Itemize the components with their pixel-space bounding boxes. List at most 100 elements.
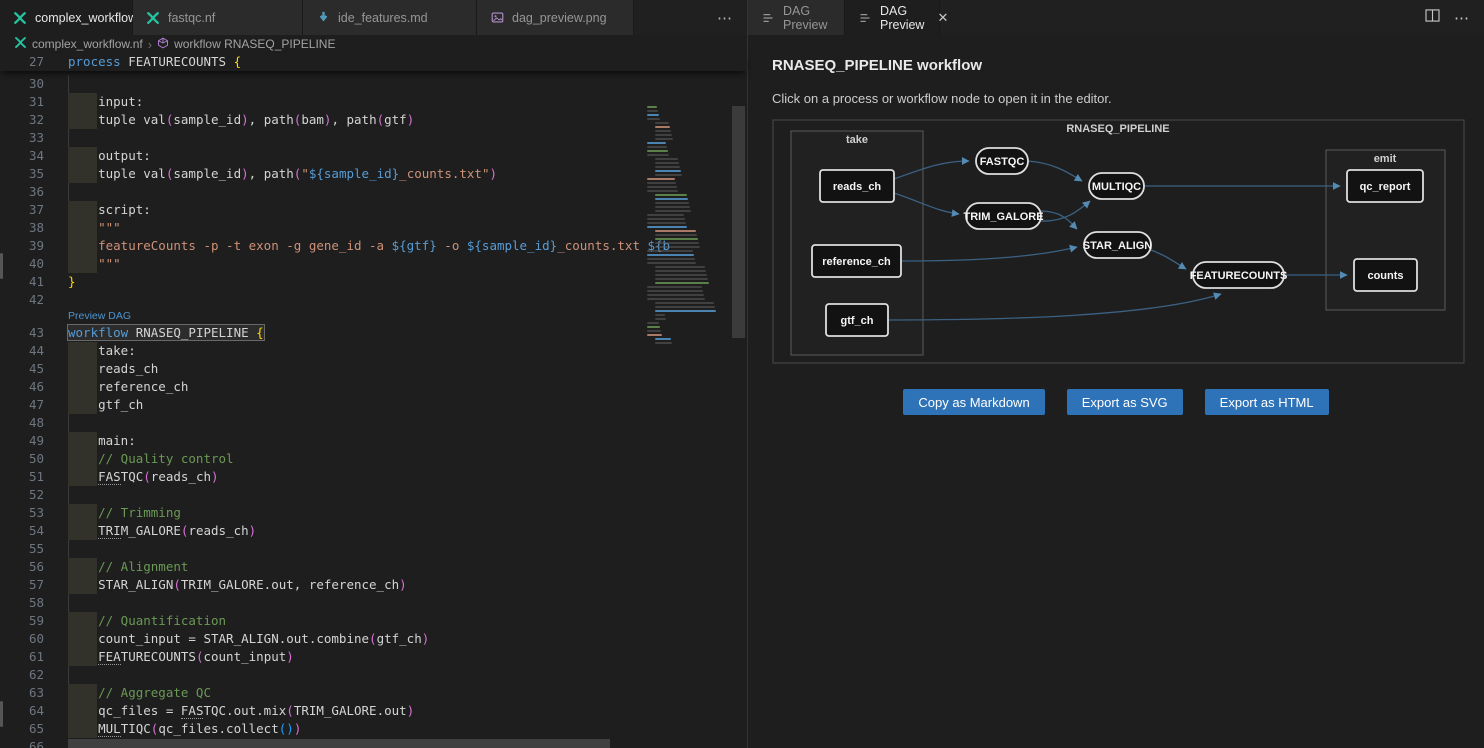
dag-node-featurecounts[interactable]: FEATURECOUNTS — [1190, 262, 1288, 288]
dag-node-reads_ch[interactable]: reads_ch — [820, 170, 894, 202]
line-number: 43 — [0, 324, 62, 342]
code-line-58[interactable]: 58 — [0, 594, 747, 612]
code-line-64[interactable]: 64 qc_files = FASTQC.out.mix(TRIM_GALORE… — [0, 702, 747, 720]
line-number: 31 — [0, 93, 62, 111]
line-number: 60 — [0, 630, 62, 648]
code-line-60[interactable]: 60 count_input = STAR_ALIGN.out.combine(… — [0, 630, 747, 648]
code-line-56[interactable]: 56 // Alignment — [0, 558, 747, 576]
sticky-scroll-line[interactable]: 27 process FEATURECOUNTS { — [0, 53, 747, 71]
code-line-55[interactable]: 55 — [0, 540, 747, 558]
line-number: 36 — [0, 183, 62, 201]
code-line-48[interactable]: 48 — [0, 414, 747, 432]
left-edge-handle[interactable] — [0, 701, 3, 727]
line-number: 30 — [0, 75, 62, 93]
export-as-html-button[interactable]: Export as HTML — [1205, 389, 1329, 415]
dag-node-qc_report[interactable]: qc_report — [1347, 170, 1423, 202]
code-line-39[interactable]: 39 featureCounts -p -t exon -g gene_id -… — [0, 237, 747, 255]
code-editor[interactable]: 27 process FEATURECOUNTS { 3031 input:32… — [0, 53, 747, 748]
line-number: 33 — [0, 129, 62, 147]
code-line-62[interactable]: 62 — [0, 666, 747, 684]
line-number: 45 — [0, 360, 62, 378]
svg-text:FASTQC: FASTQC — [980, 156, 1025, 168]
code-line-33[interactable]: 33 — [0, 129, 747, 147]
line-number: 65 — [0, 720, 62, 738]
svg-text:TRIM_GALORE: TRIM_GALORE — [963, 211, 1043, 223]
vertical-scrollbar[interactable] — [732, 106, 745, 338]
copy-as-markdown-button[interactable]: Copy as Markdown — [903, 389, 1044, 415]
breadcrumb[interactable]: complex_workflow.nf › workflow RNASEQ_PI… — [0, 35, 747, 53]
dag-cluster-label-emit: emit — [1374, 153, 1397, 165]
code-line-63[interactable]: 63 // Aggregate QC — [0, 684, 747, 702]
code-line-31[interactable]: 31 input: — [0, 93, 747, 111]
line-number: 51 — [0, 468, 62, 486]
tab-dag-preview-png[interactable]: dag_preview.png — [477, 0, 634, 35]
code-line-65[interactable]: 65 MULTIQC(qc_files.collect()) — [0, 720, 747, 738]
tab-complex-workflow-nf[interactable]: complex_workflow.nf✕ — [0, 0, 133, 35]
dag-node-counts[interactable]: counts — [1354, 259, 1417, 291]
code-line-59[interactable]: 59 // Quantification — [0, 612, 747, 630]
code-line-37[interactable]: 37 script: — [0, 201, 747, 219]
line-number: 44 — [0, 342, 62, 360]
code-line-35[interactable]: 35 tuple val(sample_id), path("${sample_… — [0, 165, 747, 183]
line-number: 41 — [0, 273, 62, 291]
dag-node-trim_galore[interactable]: TRIM_GALORE — [963, 203, 1043, 229]
minimap[interactable] — [645, 106, 730, 366]
left-edge-handle[interactable] — [0, 253, 3, 279]
code-line-50[interactable]: 50 // Quality control — [0, 450, 747, 468]
editor-tabstrip: complex_workflow.nf✕fastqc.nf ide_feature… — [0, 0, 747, 35]
breadcrumb-symbol[interactable]: workflow RNASEQ_PIPELINE — [174, 37, 335, 51]
code-line-44[interactable]: 44 take: — [0, 342, 747, 360]
line-number: 63 — [0, 684, 62, 702]
code-line-53[interactable]: 53 // Trimming — [0, 504, 747, 522]
code-line-38[interactable]: 38 """ — [0, 219, 747, 237]
preview-tabstrip: DAG Preview DAG Preview✕ ⋯ — [748, 0, 1484, 35]
dag-edge-fastqc-multiqc — [1028, 161, 1082, 181]
breadcrumb-file[interactable]: complex_workflow.nf — [32, 37, 143, 51]
code-line-30[interactable]: 30 — [0, 75, 747, 93]
tab-fastqc-nf[interactable]: fastqc.nf — [133, 0, 303, 35]
tab-label: ide_features.md — [338, 11, 428, 25]
dag-node-multiqc[interactable]: MULTIQC — [1089, 173, 1144, 199]
dag-node-star_align[interactable]: STAR_ALIGN — [1083, 232, 1153, 258]
tab-dag-preview[interactable]: DAG Preview — [748, 0, 845, 35]
nextflow-icon — [14, 36, 27, 52]
code-line-34[interactable]: 34 output: — [0, 147, 747, 165]
line-number: 52 — [0, 486, 62, 504]
code-line-41[interactable]: 41} — [0, 273, 747, 291]
split-editor-icon[interactable] — [1425, 9, 1440, 27]
tab-ide-features-md[interactable]: ide_features.md — [303, 0, 477, 35]
code-line-51[interactable]: 51 FASTQC(reads_ch) — [0, 468, 747, 486]
close-icon[interactable]: ✕ — [937, 11, 948, 24]
dag-cluster-label-outer: RNASEQ_PIPELINE — [1066, 123, 1169, 135]
dag-node-fastqc[interactable]: FASTQC — [976, 148, 1028, 174]
code-line-46[interactable]: 46 reference_ch — [0, 378, 747, 396]
dag-node-reference_ch[interactable]: reference_ch — [812, 245, 901, 277]
tab-dag-preview[interactable]: DAG Preview✕ — [845, 0, 940, 35]
code-line-36[interactable]: 36 — [0, 183, 747, 201]
dag-diagram: RNASEQ_PIPELINEtake emit reads_ch reference… — [772, 119, 1466, 365]
code-line-43[interactable]: 43workflow RNASEQ_PIPELINE { — [0, 324, 747, 342]
code-line-57[interactable]: 57 STAR_ALIGN(TRIM_GALORE.out, reference… — [0, 576, 747, 594]
code-line-45[interactable]: 45 reads_ch — [0, 360, 747, 378]
line-number: 66 — [0, 738, 62, 748]
more-actions-icon[interactable]: ⋯ — [1454, 9, 1470, 27]
horizontal-scrollbar[interactable] — [68, 739, 610, 748]
code-line-40[interactable]: 40 """ — [0, 255, 747, 273]
more-actions-icon[interactable]: ⋯ — [717, 9, 733, 27]
tab-label: DAG Preview — [783, 4, 832, 32]
code-line-61[interactable]: 61 FEATURECOUNTS(count_input) — [0, 648, 747, 666]
line-number: 46 — [0, 378, 62, 396]
export-as-svg-button[interactable]: Export as SVG — [1067, 389, 1183, 415]
line-number: 58 — [0, 594, 62, 612]
code-line-42[interactable]: 42 — [0, 291, 747, 309]
code-line-52[interactable]: 52 — [0, 486, 747, 504]
line-number: 64 — [0, 702, 62, 720]
code-line-49[interactable]: 49 main: — [0, 432, 747, 450]
dag-cluster-label-take: take — [846, 134, 868, 146]
code-line-32[interactable]: 32 tuple val(sample_id), path(bam), path… — [0, 111, 747, 129]
line-number: 57 — [0, 576, 62, 594]
svg-text:qc_report: qc_report — [1360, 181, 1411, 193]
code-line-54[interactable]: 54 TRIM_GALORE(reads_ch) — [0, 522, 747, 540]
code-line-47[interactable]: 47 gtf_ch — [0, 396, 747, 414]
dag-node-gtf_ch[interactable]: gtf_ch — [826, 304, 888, 336]
